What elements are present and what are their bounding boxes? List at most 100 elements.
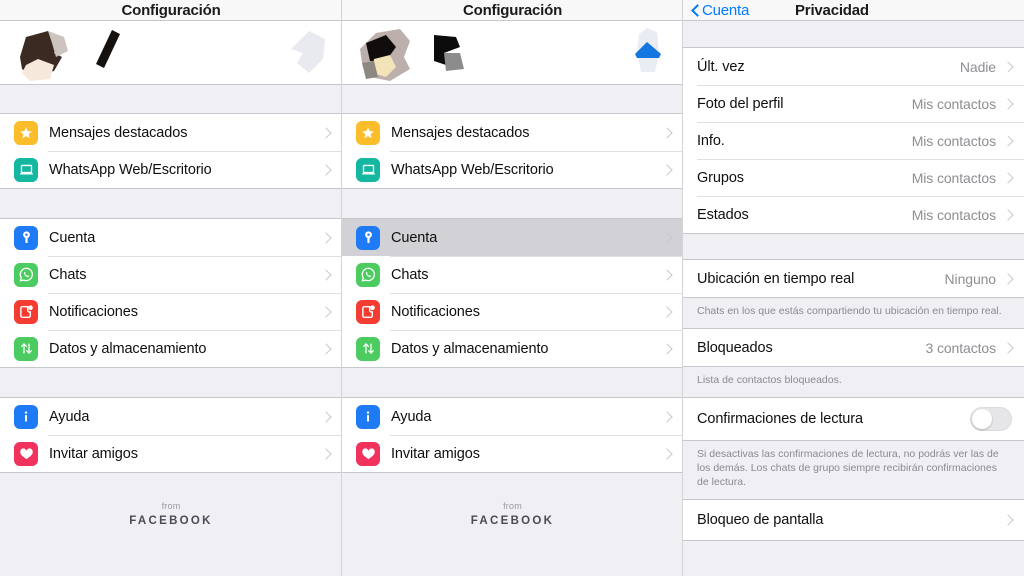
row-value: 3 contactos [925,339,997,356]
laptop-icon [14,157,38,182]
chevron-right-icon [661,268,673,281]
row-ubicacion-tiempo-real[interactable]: Ubicación en tiempo real Ninguno [683,260,1024,297]
row-cuenta[interactable]: Cuenta [0,219,342,256]
list-gap [683,21,1024,47]
chevron-right-icon [661,447,673,460]
row-label: Foto del perfil [697,95,784,112]
row-chats[interactable]: Chats [342,256,683,293]
row-ayuda[interactable]: Ayuda [0,398,342,435]
privacy-list[interactable]: Últ. vez Nadie Foto del perfil Mis conta… [683,21,1024,576]
group-privacy-visibility: Últ. vez Nadie Foto del perfil Mis conta… [683,47,1024,234]
chevron-right-icon [661,342,673,355]
row-grupos[interactable]: Grupos Mis contactos [683,159,1024,196]
back-button-cuenta[interactable]: Cuenta [691,1,749,20]
profile-header-left[interactable] [0,21,342,85]
row-cuenta-selected[interactable]: Cuenta [342,219,683,256]
row-label: Invitar amigos [391,445,480,462]
row-invitar-amigos[interactable]: Invitar amigos [0,435,342,472]
blocked-note: Lista de contactos bloqueados. [683,367,1024,397]
key-icon [356,225,380,250]
avatar [20,31,68,81]
row-ult-vez[interactable]: Últ. vez Nadie [683,48,1024,85]
chevron-right-icon [1002,341,1014,354]
whatsapp-icon [356,262,380,287]
row-label: Datos y almacenamiento [49,340,207,357]
row-datos-almacenamiento[interactable]: Datos y almacenamiento [0,330,342,367]
key-icon [14,225,38,250]
facebook-from-label: from [503,501,522,511]
chevron-right-icon [1002,97,1014,110]
profile-header-middle[interactable] [342,21,683,85]
row-bloqueados[interactable]: Bloqueados 3 contactos [683,329,1024,366]
row-label: Confirmaciones de lectura [697,411,863,427]
three-panel-screenshot: Configuración Mensajes destacados WhatsA… [0,0,1024,576]
row-mensajes-destacados[interactable]: Mensajes destacados [342,114,683,151]
row-estados[interactable]: Estados Mis contactos [683,196,1024,233]
whatsapp-icon [14,262,38,287]
group-middle-2: Cuenta Chats Notificaciones Datos y alma… [342,218,683,368]
row-label: Bloqueo de pantalla [697,512,824,528]
chevron-right-icon [1002,134,1014,147]
row-label: WhatsApp Web/Escritorio [391,161,554,178]
row-value: Mis contactos [911,132,996,149]
group-middle-1: Mensajes destacados WhatsApp Web/Escrito… [342,113,683,189]
row-label: Bloqueados [697,339,773,356]
group-screen-lock: Bloqueo de pantalla [683,499,1024,541]
list-gap [0,368,342,397]
row-bloqueo-de-pantalla[interactable]: Bloqueo de pantalla [683,500,1024,540]
row-label: Grupos [697,169,744,186]
panel-settings-middle: Configuración Mensajes destacados WhatsA… [342,0,683,576]
group-left-3: Ayuda Invitar amigos [0,397,342,473]
row-info[interactable]: Info. Mis contactos [683,122,1024,159]
facebook-from-label: from [161,501,181,511]
list-gap [342,85,683,113]
chevron-right-icon [320,342,332,355]
chevron-right-icon [320,126,332,139]
row-foto-del-perfil[interactable]: Foto del perfil Mis contactos [683,85,1024,122]
row-label: Cuenta [49,229,96,246]
toggle-knob [972,409,992,429]
notification-icon [14,299,38,324]
row-datos-almacenamiento[interactable]: Datos y almacenamiento [342,330,683,367]
row-value: Mis contactos [911,169,996,186]
group-middle-3: Ayuda Invitar amigos [342,397,683,473]
facebook-footer-middle: from FACEBOOK [342,473,683,527]
panel-settings-left: Configuración Mensajes destacados WhatsA… [0,0,342,576]
facebook-footer-left: from FACEBOOK [0,473,342,527]
panel-privacy-right: Cuenta Privacidad Últ. vez Nadie Foto de… [683,0,1024,576]
read-receipts-note: Si desactivas las confirmaciones de lect… [683,441,1024,499]
row-chats[interactable]: Chats [0,256,342,293]
settings-list-middle[interactable]: Mensajes destacados WhatsApp Web/Escrito… [342,21,683,576]
chevron-right-icon [320,305,332,318]
list-gap [0,85,342,113]
chevron-right-icon [1002,171,1014,184]
row-label: Cuenta [391,229,438,246]
row-notificaciones[interactable]: Notificaciones [0,293,342,330]
heart-icon [356,441,380,466]
row-whatsapp-web[interactable]: WhatsApp Web/Escritorio [0,151,342,188]
row-label: Ayuda [391,408,432,425]
row-confirmaciones-de-lectura[interactable]: Confirmaciones de lectura [683,398,1024,440]
list-gap [683,234,1024,259]
settings-list-left[interactable]: Mensajes destacados WhatsApp Web/Escrito… [0,21,342,576]
chevron-right-icon [320,447,332,460]
read-receipts-toggle[interactable] [970,407,1012,431]
name-redaction [96,30,120,68]
row-ayuda[interactable]: Ayuda [342,398,683,435]
row-notificaciones[interactable]: Notificaciones [342,293,683,330]
row-whatsapp-web[interactable]: WhatsApp Web/Escritorio [342,151,683,188]
page-title: Privacidad [795,2,869,19]
row-mensajes-destacados[interactable]: Mensajes destacados [0,114,342,151]
heart-icon [14,441,38,466]
row-label: Chats [391,266,429,283]
row-invitar-amigos[interactable]: Invitar amigos [342,435,683,472]
row-label: Notificaciones [49,303,138,320]
live-location-note: Chats en los que estás compartiendo tu u… [683,298,1024,328]
chevron-right-icon [320,410,332,423]
star-icon [14,120,38,145]
row-label: Mensajes destacados [49,124,188,141]
back-button-label: Cuenta [702,2,750,19]
chevron-right-icon [1002,60,1014,73]
row-value: Nadie [959,58,996,75]
row-label: Mensajes destacados [391,124,530,141]
